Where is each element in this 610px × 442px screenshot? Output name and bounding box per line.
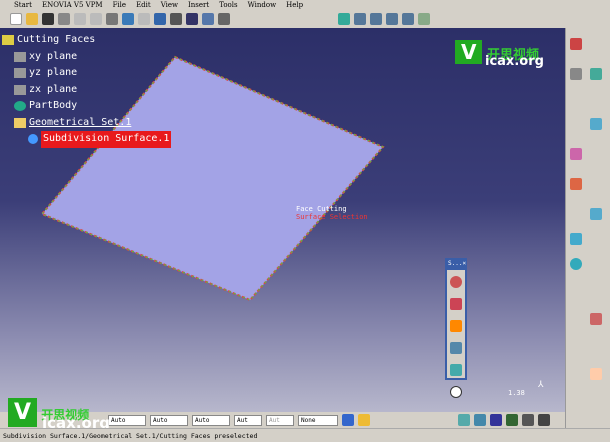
- tool-icon[interactable]: [490, 414, 502, 426]
- paste-icon[interactable]: [106, 13, 118, 25]
- watermark-bottom: V 开思视频 icax.org: [8, 398, 110, 432]
- part-icon: [2, 35, 14, 46]
- erase-icon[interactable]: [450, 364, 462, 376]
- lock-icon[interactable]: [218, 13, 230, 25]
- tree-item-zx[interactable]: zx plane: [2, 82, 171, 99]
- geoset-icon: [14, 117, 26, 128]
- tool-icon[interactable]: [590, 208, 602, 220]
- cut-faces-icon[interactable]: [450, 276, 462, 288]
- paint-icon[interactable]: [342, 414, 354, 426]
- standard-toolbar: [0, 10, 565, 28]
- formula-icon[interactable]: [170, 13, 182, 25]
- select-4[interactable]: Aut: [234, 414, 262, 426]
- axis-icon: ⅄: [538, 380, 544, 390]
- surface-icon[interactable]: [450, 320, 462, 332]
- select-5[interactable]: Aut: [266, 414, 294, 426]
- gear-icon: [14, 101, 26, 112]
- menu-enovia[interactable]: ENOVIA V5 VPM: [42, 1, 103, 9]
- right-toolbar: [565, 28, 610, 428]
- scale-readout: 1.38: [508, 389, 525, 397]
- menu-window[interactable]: Window: [248, 1, 277, 9]
- plane-icon: [14, 84, 26, 95]
- tree-item-xy[interactable]: xy plane: [2, 49, 171, 66]
- tool-icon[interactable]: [538, 414, 550, 426]
- print-icon[interactable]: [58, 13, 70, 25]
- new-icon[interactable]: [10, 13, 22, 25]
- measure-icon[interactable]: [522, 414, 534, 426]
- tool-icon[interactable]: [506, 414, 518, 426]
- mirror-icon[interactable]: [450, 342, 462, 354]
- fly-icon[interactable]: [338, 13, 350, 25]
- rotate-icon[interactable]: [370, 13, 382, 25]
- tree-item-subdivision[interactable]: Subdivision Surface.1: [2, 131, 172, 148]
- plane-icon: [14, 68, 26, 79]
- floating-toolbar: S... ×: [445, 258, 467, 398]
- tool-icon[interactable]: [570, 178, 582, 190]
- tool-icon[interactable]: [590, 313, 602, 325]
- menu-edit[interactable]: Edit: [136, 1, 151, 9]
- tree-root[interactable]: Cutting Faces: [2, 32, 171, 49]
- specification-tree: Cutting Faces xy plane yz plane zx plane…: [2, 32, 172, 148]
- tool-icon[interactable]: [570, 233, 582, 245]
- redo-icon[interactable]: [138, 13, 150, 25]
- tool-icon[interactable]: [570, 148, 582, 160]
- tool-icon[interactable]: [458, 414, 470, 426]
- undo-icon[interactable]: [122, 13, 134, 25]
- cursor-tooltip: Face Cutting Surface Selection: [296, 205, 368, 221]
- open-icon[interactable]: [26, 13, 38, 25]
- pan-icon[interactable]: [354, 13, 366, 25]
- table-icon[interactable]: [186, 13, 198, 25]
- menu-start[interactable]: Start: [14, 1, 32, 9]
- select-3[interactable]: Auto: [192, 414, 230, 426]
- copy-icon[interactable]: [90, 13, 102, 25]
- tree-item-geoset[interactable]: Geometrical Set.1: [2, 115, 171, 132]
- tool-icon[interactable]: [590, 68, 602, 80]
- select-1[interactable]: Auto: [108, 414, 146, 426]
- select-icon[interactable]: [570, 68, 582, 80]
- zoom-in-icon[interactable]: [386, 13, 398, 25]
- menu-help[interactable]: Help: [286, 1, 303, 9]
- menu-view[interactable]: View: [161, 1, 178, 9]
- tree-item-yz[interactable]: yz plane: [2, 65, 171, 82]
- tool-icon[interactable]: [590, 118, 602, 130]
- select-6[interactable]: None: [298, 414, 338, 426]
- zoom-out-icon[interactable]: [402, 13, 414, 25]
- menu-tools[interactable]: Tools: [219, 1, 237, 9]
- surface-icon: [28, 134, 38, 145]
- sphere-icon[interactable]: [570, 258, 582, 270]
- cursor-icon[interactable]: [450, 386, 462, 398]
- save-icon[interactable]: [42, 13, 54, 25]
- tool-icon[interactable]: [570, 38, 582, 50]
- tool-icon[interactable]: [474, 414, 486, 426]
- 3d-viewport[interactable]: Cutting Faces xy plane yz plane zx plane…: [0, 28, 565, 412]
- help-icon[interactable]: [154, 13, 166, 25]
- close-icon[interactable]: ×: [462, 260, 466, 270]
- face-icon[interactable]: [450, 298, 462, 310]
- status-bar: Subdivision Surface.1/Geometrical Set.1/…: [0, 428, 610, 442]
- tool-icon[interactable]: [590, 368, 602, 380]
- painter-icon[interactable]: [358, 414, 370, 426]
- view-icon[interactable]: [418, 13, 430, 25]
- watermark-top: V 开思视频 icax.org: [455, 40, 544, 69]
- tree-item-partbody[interactable]: PartBody: [2, 98, 171, 115]
- plane-icon: [14, 51, 26, 62]
- cut-icon[interactable]: [74, 13, 86, 25]
- select-2[interactable]: Auto: [150, 414, 188, 426]
- menu-bar: Start ENOVIA V5 VPM File Edit View Inser…: [0, 0, 610, 10]
- tree-icon[interactable]: [202, 13, 214, 25]
- menu-file[interactable]: File: [113, 1, 126, 9]
- menu-insert[interactable]: Insert: [188, 1, 209, 9]
